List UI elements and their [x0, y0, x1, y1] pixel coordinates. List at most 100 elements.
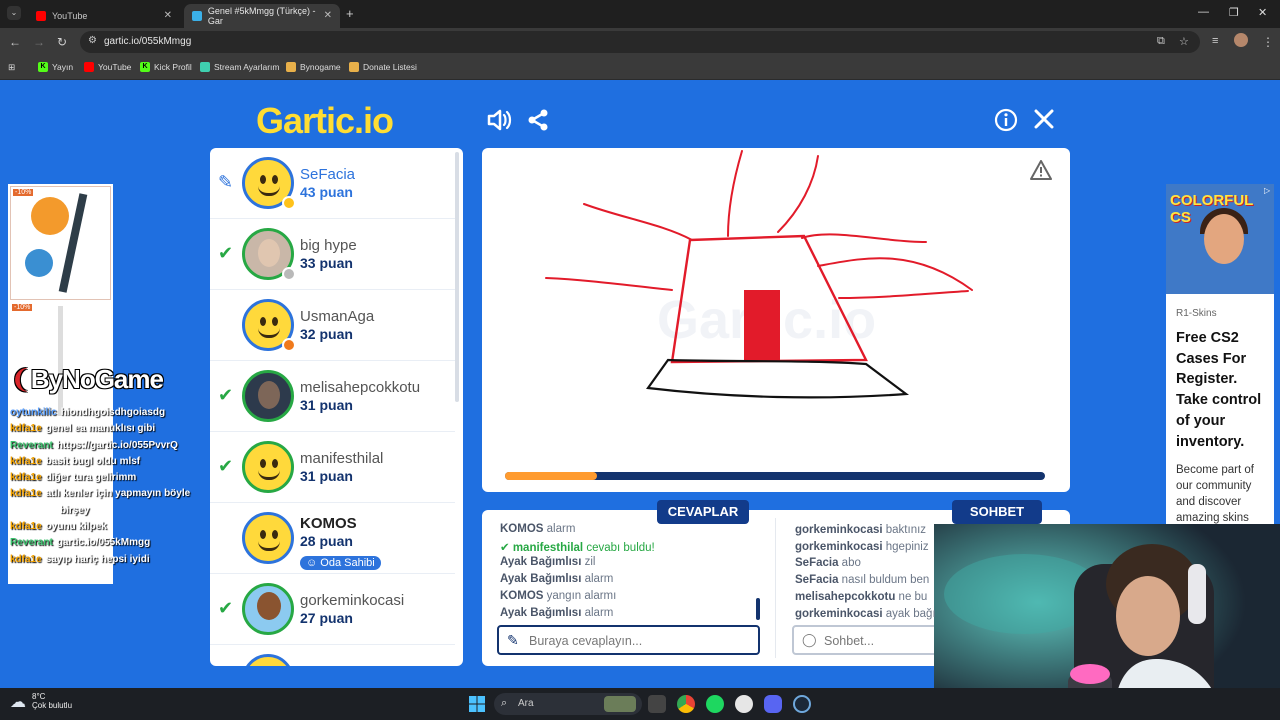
tab-gartic[interactable]: Genel #5kMmgg (Türkçe) - Gar ✕ [184, 4, 340, 28]
chat-user: gorkeminkocasi [795, 524, 886, 536]
chrome-icon[interactable] [677, 695, 695, 713]
avatar [242, 441, 294, 493]
player-row[interactable]: ✔ gorkeminkocasi 27 puan [210, 574, 455, 645]
answer-message: Ayak Bağımlısı alarm [500, 607, 613, 619]
chat-input[interactable]: ◯ Sohbet... [792, 625, 942, 655]
task-view-icon[interactable] [648, 695, 666, 713]
player-row[interactable]: ✔ manifesthilal 31 puan [210, 432, 455, 503]
player-row-partial[interactable] [210, 645, 455, 666]
players-scrollbar[interactable] [455, 152, 459, 402]
chat-text: nasıl buldum ben [841, 574, 930, 587]
chat-message: SeFacia abo [795, 557, 861, 569]
bookmark-star-icon[interactable]: ☆ [1179, 35, 1189, 48]
globe-icon [349, 62, 359, 72]
panel-divider [775, 518, 776, 658]
answer-input[interactable]: ✎ Buraya cevaplayın... [497, 625, 760, 655]
taskbar-search[interactable]: ⌕ Ara [494, 693, 642, 715]
obs-icon[interactable] [735, 695, 753, 713]
answer-user: KOMOS [500, 523, 547, 535]
chat-user: SeFacia [795, 557, 842, 570]
back-icon[interactable]: ← [9, 35, 21, 49]
stream-chat-user: oytunkilic [10, 407, 57, 418]
report-warning-icon[interactable] [1030, 160, 1052, 186]
player-row[interactable]: ✔ melisahepcokkotu 31 puan [210, 361, 455, 432]
site-info-icon[interactable]: ⚙ [88, 35, 97, 46]
player-row[interactable]: ✎ SeFacia 43 puan [210, 148, 455, 219]
player-score: 43 puan [300, 184, 353, 200]
weather-widget[interactable]: ☁ 8°C Çok bulutlu [10, 692, 72, 712]
avatar [242, 512, 294, 564]
sound-icon[interactable] [486, 108, 512, 138]
discount-badge: -10% [12, 304, 33, 311]
chat-text: ne bu [898, 590, 928, 603]
stream-chat-text: genel ea mantıklısı gibi [45, 423, 156, 435]
chat-text: ayak bağı [885, 607, 935, 620]
bookmark-yayin[interactable]: K Yayın [38, 62, 73, 72]
discord-icon[interactable] [764, 695, 782, 713]
install-app-icon[interactable]: ⧉ [1157, 35, 1165, 48]
apps-icon[interactable]: ⊞ [8, 62, 15, 73]
close-tab-icon[interactable]: ✕ [164, 10, 172, 21]
wet-dry-badge [25, 249, 53, 277]
spotify-icon[interactable] [706, 695, 724, 713]
ad-source: R1-Skins [1176, 308, 1217, 319]
tab-list-button[interactable]: ⌄ [7, 6, 21, 20]
ad-info-icon[interactable]: ▷ [1264, 186, 1270, 195]
flame-icon: ❨ [10, 364, 32, 394]
bookmark-kick-profil[interactable]: K Kick Profil [140, 62, 192, 72]
url-text: gartic.io/055kMmgg [104, 36, 192, 47]
stream-chat-text: atlı kenler için yapmayın böyle [45, 488, 191, 500]
forward-icon[interactable]: → [33, 35, 45, 49]
maximize-icon[interactable]: ❐ [1229, 6, 1239, 19]
reload-icon[interactable]: ↻ [57, 35, 67, 49]
players-list: ✎ SeFacia 43 puan ✔ big hype 33 puan Usm… [210, 148, 463, 666]
pen-icon: ✎ [218, 172, 234, 192]
bookmark-bynogame[interactable]: Bynogame [286, 62, 341, 72]
player-row[interactable]: KOMOS 28 puan ☺ Oda Sahibi [210, 503, 455, 574]
right-ad[interactable]: COLORFUL CS ▷ R1-Skins Free CS2 Cases Fo… [1166, 184, 1274, 524]
stream-chat-text: hiondhgoisdhgoiasdg [60, 407, 166, 418]
close-icon[interactable] [1033, 108, 1055, 136]
weather-desc: Çok bulutlu [32, 701, 73, 710]
answer-message: KOMOS yangın alarmı [500, 590, 616, 602]
chat-user: melisahepcokkotu [795, 590, 899, 603]
ad-image: COLORFUL CS [1166, 184, 1274, 294]
close-window-icon[interactable]: ✕ [1258, 6, 1267, 19]
bookmark-stream-ayarlarim[interactable]: Stream Ayarlarım [200, 62, 280, 72]
media-icon[interactable]: ≡ [1212, 35, 1218, 47]
bookmark-donate-listesi[interactable]: Donate Listesi [349, 62, 417, 72]
menu-icon[interactable]: ⋮ [1262, 35, 1274, 49]
tab-title: Genel #5kMmgg (Türkçe) - Gar [207, 6, 316, 26]
bookmark-youtube[interactable]: YouTube [84, 62, 131, 72]
search-highlight-icon [604, 696, 636, 712]
profile-avatar[interactable] [1234, 33, 1248, 47]
stream-chat-text: https://gartic.io/055PvvrQ [56, 439, 178, 451]
product-card[interactable]: -10% [10, 186, 111, 300]
tab-chat[interactable]: SOHBET [952, 500, 1042, 524]
info-icon[interactable] [994, 108, 1018, 138]
answer-text: yangın alarmı [546, 589, 617, 602]
browser-nav-bar: ← → ↻ ⚙ gartic.io/055kMmgg ⧉ ☆ ≡ ⋮ [0, 28, 1280, 56]
stream-chat-user: Reverant [10, 439, 53, 451]
windows-start-icon[interactable] [468, 695, 486, 713]
minimize-icon[interactable]: — [1198, 6, 1209, 18]
player-row[interactable]: UsmanAga 32 puan [210, 290, 455, 361]
player-row[interactable]: ✔ big hype 33 puan [210, 219, 455, 290]
close-tab-icon[interactable]: ✕ [324, 10, 332, 21]
ad-title[interactable]: Free CS2 Cases For Register. Take contro… [1176, 328, 1270, 452]
chat-message: gorkeminkocasi hgepiniz [795, 541, 929, 553]
stream-chat-user: kdfa1e [10, 455, 42, 467]
new-tab-button[interactable]: + [346, 6, 354, 21]
answer-message: KOMOS alarm [500, 523, 575, 535]
stream-chat-line: kdfa1e atlı kenler için yapmayın böyle [10, 486, 220, 502]
address-bar[interactable]: ⚙ gartic.io/055kMmgg [80, 31, 1200, 53]
answers-scrollbar[interactable] [756, 598, 760, 620]
check-icon: ✔ [218, 598, 234, 618]
tab-answers[interactable]: CEVAPLAR [657, 500, 749, 524]
drawing-canvas[interactable]: Gartic.io [482, 148, 1070, 492]
steam-icon[interactable] [793, 695, 811, 713]
tab-youtube[interactable]: YouTube ✕ [28, 4, 180, 28]
player-score: 31 puan [300, 468, 353, 484]
answer-message: Ayak Bağımlısı alarm [500, 573, 613, 585]
share-icon[interactable] [526, 108, 550, 138]
